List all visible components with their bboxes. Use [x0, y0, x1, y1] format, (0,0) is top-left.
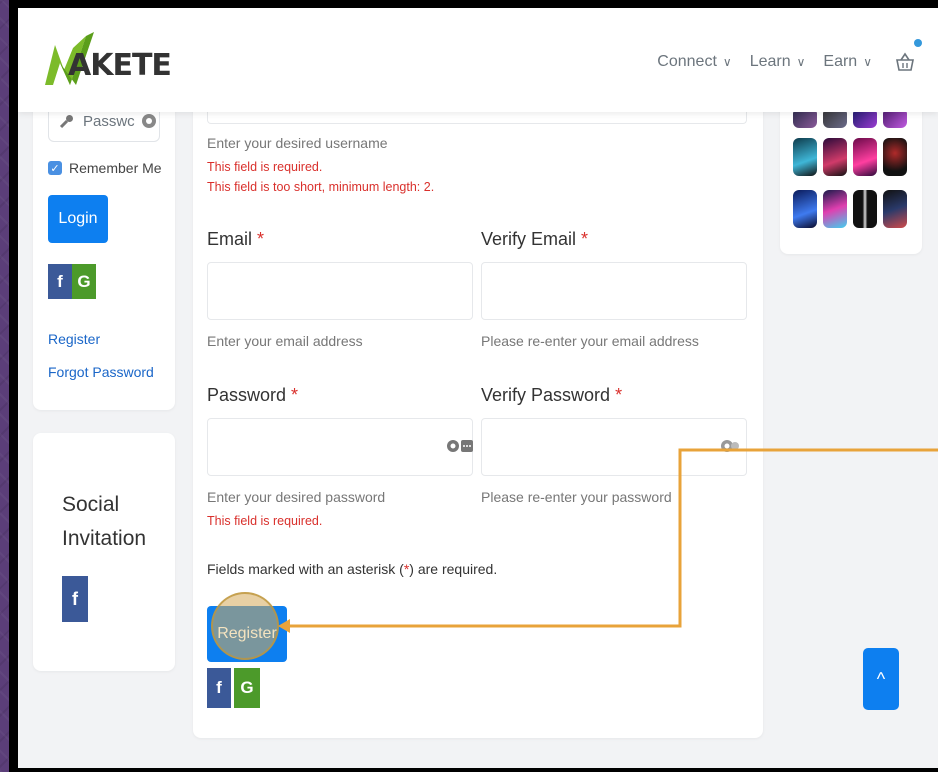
- cart-button[interactable]: [894, 39, 922, 73]
- logo-text: AKETE: [68, 48, 172, 83]
- eye-icon[interactable]: [141, 113, 157, 129]
- verify-password-help: Please re-enter your password: [481, 489, 672, 505]
- password-label: Password *: [207, 385, 298, 406]
- avatar-thumbnail[interactable]: [853, 190, 877, 228]
- avatar-thumbnail[interactable]: [883, 190, 907, 228]
- key-icon: [59, 115, 73, 129]
- facebook-register-button[interactable]: f: [207, 668, 231, 708]
- chevron-down-icon: ∨: [796, 55, 806, 69]
- social-invitation-title: Social Invitation: [62, 488, 146, 556]
- avatar-thumbnail[interactable]: [823, 138, 847, 176]
- facebook-login-button[interactable]: f: [48, 264, 72, 299]
- email-label-text: Email: [207, 229, 253, 249]
- required-asterisk: *: [581, 229, 589, 249]
- verify-email-label-text: Verify Email: [481, 229, 577, 249]
- verify-password-input[interactable]: [481, 418, 747, 476]
- google-register-button[interactable]: G: [234, 668, 260, 708]
- basket-icon: [896, 52, 914, 71]
- avatar-thumbnail[interactable]: [853, 138, 877, 176]
- remember-me[interactable]: ✓ Remember Me: [48, 160, 162, 176]
- register-button-label: Register: [217, 625, 277, 642]
- browser-viewport: AKETE Connect ∨ Learn ∨ Earn ∨ Passwc ✓ …: [18, 8, 938, 768]
- google-login-button[interactable]: G: [72, 264, 96, 299]
- avatar-thumbnail[interactable]: [793, 190, 817, 228]
- required-asterisk: *: [257, 229, 265, 249]
- email-input[interactable]: [207, 262, 473, 320]
- avatar-thumbnail[interactable]: [883, 138, 907, 176]
- verify-email-help: Please re-enter your email address: [481, 333, 699, 349]
- remember-checkbox[interactable]: ✓: [48, 161, 62, 175]
- nav-earn-label: Earn: [823, 53, 858, 70]
- site-header: AKETE Connect ∨ Learn ∨ Earn ∨: [18, 8, 938, 112]
- password-input[interactable]: [207, 418, 473, 476]
- required-fields-note: Fields marked with an asterisk (*) are r…: [207, 561, 497, 577]
- required-note-prefix: Fields marked with an asterisk (: [207, 561, 404, 577]
- nav-learn-label: Learn: [749, 53, 791, 70]
- nav-connect-label: Connect: [657, 53, 717, 70]
- cart-badge: [914, 39, 922, 47]
- facebook-invite-button[interactable]: f: [62, 576, 88, 622]
- verify-email-label: Verify Email *: [481, 229, 588, 250]
- verify-password-label-text: Verify Password: [481, 385, 611, 405]
- social-title-line2: Invitation: [62, 527, 147, 550]
- main-nav: Connect ∨ Learn ∨ Earn ∨: [639, 39, 922, 73]
- chevron-down-icon: ∨: [722, 55, 732, 69]
- nav-connect[interactable]: Connect ∨: [657, 53, 731, 71]
- verify-email-input[interactable]: [481, 262, 747, 320]
- verify-password-toggle-icon[interactable]: [720, 438, 740, 454]
- avatar-thumbnail[interactable]: [793, 138, 817, 176]
- login-button[interactable]: Login: [48, 195, 108, 243]
- chevron-up-icon: ^: [876, 668, 886, 689]
- email-label: Email *: [207, 229, 264, 250]
- username-error-length: This field is too short, minimum length:…: [207, 180, 435, 194]
- required-asterisk: *: [615, 385, 623, 405]
- password-toggle-icon[interactable]: [446, 438, 474, 454]
- email-help: Enter your email address: [207, 333, 363, 349]
- forgot-password-link[interactable]: Forgot Password: [48, 364, 154, 380]
- required-note-suffix: ) are required.: [409, 561, 498, 577]
- scroll-to-top-button[interactable]: ^: [863, 648, 899, 710]
- register-link[interactable]: Register: [48, 331, 100, 347]
- chevron-down-icon: ∨: [863, 55, 872, 69]
- required-asterisk: *: [291, 385, 299, 405]
- avatar-thumbnail[interactable]: [823, 190, 847, 228]
- social-title-line1: Social: [62, 493, 120, 516]
- nav-earn[interactable]: Earn ∨: [823, 53, 872, 71]
- remember-label: Remember Me: [69, 160, 162, 176]
- username-error-required: This field is required.: [207, 160, 323, 174]
- password-label-text: Password: [207, 385, 287, 405]
- password-error-required: This field is required.: [207, 514, 323, 528]
- nav-learn[interactable]: Learn ∨: [750, 53, 806, 71]
- password-placeholder: Passwc: [83, 112, 135, 130]
- username-help: Enter your desired username: [207, 135, 388, 151]
- verify-password-label: Verify Password *: [481, 385, 622, 406]
- password-help: Enter your desired password: [207, 489, 386, 505]
